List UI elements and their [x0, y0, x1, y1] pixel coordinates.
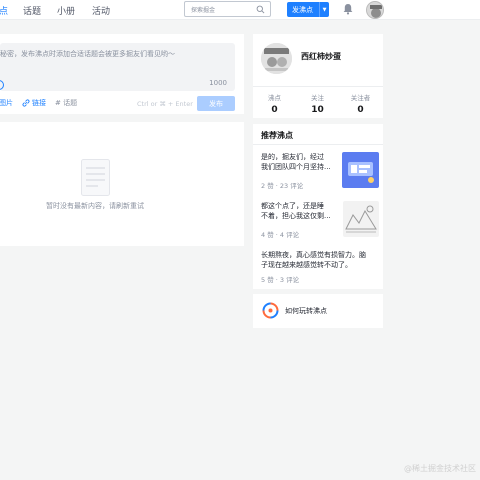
search-placeholder: 探索掘金	[191, 6, 216, 14]
watermark: @稀土掘金技术社区	[404, 464, 476, 473]
pin-editor-card: 秘密，发布沸点时添加合适话题会被更多掘友们看见哟～ 1000 图片 链接 # 话…	[0, 34, 244, 114]
stat-label: 关注	[311, 94, 324, 102]
char-count: 1000	[209, 79, 227, 87]
recommended-divider	[253, 144, 383, 145]
nav-item-topics[interactable]: 话题	[23, 4, 41, 17]
recommended-item[interactable]: 都这个点了，还是睡 不着，担心我这仅剩... 4 赞 · 4 评论	[261, 201, 379, 241]
topic-label: # 话题	[55, 99, 78, 107]
publish-pin-button[interactable]: 发沸点 ▼	[287, 2, 329, 17]
top-header: 点 话题 小册 活动 探索掘金 发沸点 ▼	[0, 0, 480, 20]
shortcut-hint: Ctrl or ⌘ + Enter	[137, 100, 193, 108]
nav-item-pins[interactable]: 点	[0, 4, 8, 17]
nav-item-books[interactable]: 小册	[57, 4, 75, 17]
recommended-text: 长期熬夜，真心感觉有损智力。脑 子现在越来越感觉转不动了。	[261, 250, 379, 270]
recommended-item[interactable]: 是的，掘友们，经过 我们团队四个月坚持... 2 赞 · 23 评论	[261, 152, 379, 192]
search-icon[interactable]	[256, 5, 265, 14]
link-icon	[22, 99, 30, 107]
recommended-meta: 2 赞 · 23 评论	[261, 182, 304, 190]
pin-guide-icon	[262, 302, 279, 319]
recommended-thumbnail	[342, 152, 379, 188]
user-avatar[interactable]	[366, 1, 384, 19]
recommended-text-line: 子现在越来越感觉转不动了。	[261, 261, 352, 269]
empty-feed-text: 暂时没有最新内容，请刷新重试	[46, 202, 144, 210]
stat-label: 沸点	[268, 94, 281, 102]
stat-value: 0	[357, 105, 364, 115]
chevron-down-icon[interactable]: ▼	[319, 2, 329, 17]
stat-value: 10	[311, 105, 324, 115]
profile-divider	[253, 86, 383, 87]
howto-label: 如何玩转沸点	[285, 307, 327, 315]
editor-toolbar: 图片 链接 # 话题	[0, 98, 86, 108]
pin-editor-textarea[interactable]: 秘密，发布沸点时添加合适话题会被更多掘友们看见哟～ 1000	[0, 43, 235, 91]
recommended-pins-card: 推荐沸点 是的，掘友们，经过 我们团队四个月坚持... 2 赞 · 23 评论 …	[253, 124, 383, 289]
recommended-thumbnail	[343, 201, 379, 237]
image-button[interactable]: 图片	[0, 98, 13, 108]
profile-avatar[interactable]	[261, 43, 292, 74]
search-input[interactable]: 探索掘金	[184, 1, 271, 17]
recommended-meta: 5 赞 · 3 评论	[261, 276, 300, 284]
pin-editor-placeholder: 秘密，发布沸点时添加合适话题会被更多掘友们看见哟～	[0, 50, 175, 58]
image-label: 图片	[0, 99, 13, 107]
recommended-text-line: 长期熬夜，真心感觉有损智力。脑	[261, 251, 366, 259]
feed-card: 暂时没有最新内容，请刷新重试	[0, 122, 244, 246]
main-nav: 点 话题 小册 活动	[0, 0, 110, 20]
stat-followers[interactable]: 关注者 0	[339, 92, 382, 115]
topic-button[interactable]: # 话题	[55, 98, 77, 108]
publish-pin-label: 发沸点	[292, 5, 313, 14]
profile-card: 西红柿炒蛋 沸点 0 关注 10 关注者 0	[253, 34, 383, 118]
stat-pins[interactable]: 沸点 0	[253, 92, 296, 115]
recommended-item[interactable]: 长期熬夜，真心感觉有损智力。脑 子现在越来越感觉转不动了。 5 赞 · 3 评论	[261, 250, 379, 284]
nav-item-events[interactable]: 活动	[92, 4, 110, 17]
stat-label: 关注者	[350, 94, 371, 102]
recommended-meta: 4 赞 · 4 评论	[261, 231, 300, 239]
profile-name[interactable]: 西红柿炒蛋	[301, 51, 341, 62]
link-button[interactable]: 链接	[22, 98, 46, 108]
empty-document-icon	[81, 159, 110, 196]
stat-following[interactable]: 关注 10	[296, 92, 339, 115]
stat-value: 0	[271, 105, 278, 115]
profile-stats: 沸点 0 关注 10 关注者 0	[253, 92, 383, 115]
recommended-title: 推荐沸点	[261, 131, 293, 140]
submit-button[interactable]: 发布	[197, 96, 235, 111]
emoji-icon[interactable]	[0, 80, 4, 90]
bell-icon[interactable]	[342, 3, 354, 15]
link-label: 链接	[32, 99, 46, 107]
howto-card[interactable]: 如何玩转沸点	[253, 294, 383, 328]
